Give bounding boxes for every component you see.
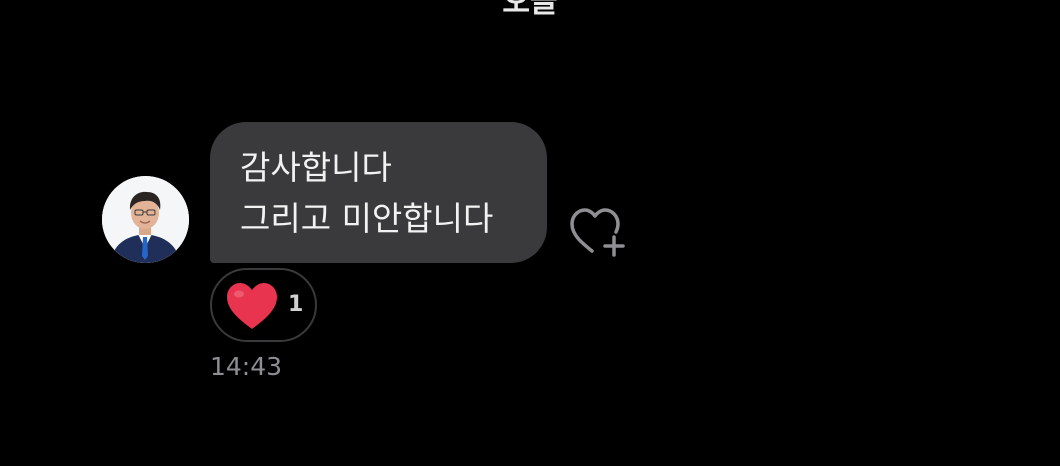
- message-timestamp: 14:43: [210, 352, 283, 381]
- red-heart-icon: [227, 283, 277, 329]
- message-bubble[interactable]: 감사합니다 그리고 미안합니다: [210, 122, 547, 263]
- message-line: 그리고 미안합니다: [240, 199, 494, 238]
- add-reaction-button[interactable]: [568, 205, 628, 261]
- avatar-photo: [102, 176, 189, 263]
- avatar[interactable]: [102, 176, 189, 263]
- reaction-count: 1: [288, 292, 304, 317]
- message-line: 감사합니다: [240, 148, 392, 187]
- reaction-pill[interactable]: 1: [210, 268, 317, 342]
- date-divider: 오늘: [502, 0, 558, 20]
- heart-plus-icon: [570, 208, 625, 257]
